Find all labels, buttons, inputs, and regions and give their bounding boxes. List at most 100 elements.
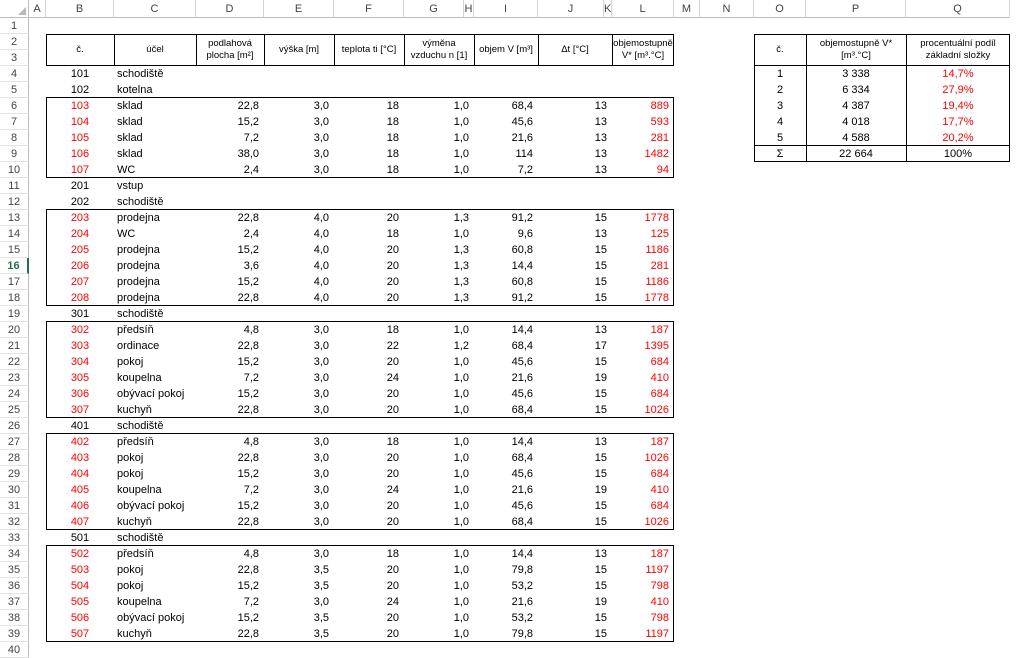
delta-t-cell[interactable]: 15: [538, 562, 612, 578]
volume-cell[interactable]: [474, 178, 538, 194]
header-vyska[interactable]: výška [m]: [264, 34, 334, 66]
purpose-cell[interactable]: schodiště: [114, 194, 196, 210]
row-header[interactable]: 38: [0, 610, 29, 626]
height-cell[interactable]: 3,0: [264, 146, 334, 162]
temperature-cell[interactable]: 18: [334, 98, 404, 114]
temperature-cell[interactable]: 20: [334, 386, 404, 402]
row-header[interactable]: 30: [0, 482, 29, 498]
room-number-cell[interactable]: 206: [46, 258, 114, 274]
volume-cell[interactable]: 14,4: [474, 546, 538, 562]
area-cell[interactable]: 15,2: [196, 386, 264, 402]
summary-volume-degree-cell[interactable]: 3 338: [806, 66, 906, 82]
height-cell[interactable]: [264, 82, 334, 98]
delta-t-cell[interactable]: 13: [538, 162, 612, 178]
spreadsheet-grid[interactable]: A B C D E F G H I J K L M N O P Q 1 2 3 4 5 6 7 8 9 10 11 12 13 14 15 16…: [0, 0, 1024, 658]
volume-degree-cell[interactable]: 684: [612, 354, 674, 370]
summary-total-label[interactable]: Σ: [754, 146, 806, 162]
column-header-i[interactable]: I: [474, 0, 538, 18]
purpose-cell[interactable]: prodejna: [114, 258, 196, 274]
column-header-f[interactable]: F: [334, 0, 404, 18]
row-header[interactable]: 40: [0, 642, 29, 658]
row-header[interactable]: 31: [0, 498, 29, 514]
air-exchange-cell[interactable]: 1,3: [404, 242, 474, 258]
summary-number-cell[interactable]: 5: [754, 130, 806, 146]
purpose-cell[interactable]: pokoj: [114, 562, 196, 578]
purpose-cell[interactable]: pokoj: [114, 450, 196, 466]
purpose-cell[interactable]: sklad: [114, 130, 196, 146]
area-cell[interactable]: 22,8: [196, 290, 264, 306]
height-cell[interactable]: [264, 66, 334, 82]
volume-cell[interactable]: 21,6: [474, 594, 538, 610]
temperature-cell[interactable]: 20: [334, 354, 404, 370]
summary-percent-cell[interactable]: 20,2%: [906, 130, 1010, 146]
row-header[interactable]: 5: [0, 82, 29, 98]
volume-degree-cell[interactable]: 1186: [612, 274, 674, 290]
purpose-cell[interactable]: předsíň: [114, 434, 196, 450]
area-cell[interactable]: 38,0: [196, 146, 264, 162]
delta-t-cell[interactable]: 15: [538, 290, 612, 306]
volume-cell[interactable]: 68,4: [474, 514, 538, 530]
height-cell[interactable]: 3,0: [264, 498, 334, 514]
header-delta-t[interactable]: Δt [°C]: [538, 34, 612, 66]
air-exchange-cell[interactable]: 1,0: [404, 466, 474, 482]
volume-cell[interactable]: 45,6: [474, 498, 538, 514]
room-number-cell[interactable]: 505: [46, 594, 114, 610]
height-cell[interactable]: 3,0: [264, 514, 334, 530]
room-number-cell[interactable]: 502: [46, 546, 114, 562]
air-exchange-cell[interactable]: [404, 418, 474, 434]
air-exchange-cell[interactable]: 1,0: [404, 354, 474, 370]
area-cell[interactable]: [196, 178, 264, 194]
purpose-cell[interactable]: pokoj: [114, 354, 196, 370]
volume-cell[interactable]: 45,6: [474, 114, 538, 130]
temperature-cell[interactable]: 20: [334, 610, 404, 626]
purpose-cell[interactable]: koupelna: [114, 594, 196, 610]
row-header[interactable]: 6: [0, 98, 29, 114]
height-cell[interactable]: 4,0: [264, 226, 334, 242]
air-exchange-cell[interactable]: [404, 194, 474, 210]
column-header-b[interactable]: B: [46, 0, 114, 18]
header-podlahova-plocha[interactable]: podlahová plocha [m²]: [196, 34, 264, 66]
delta-t-cell[interactable]: [538, 530, 612, 546]
summary-volume-degree-cell[interactable]: 4 018: [806, 114, 906, 130]
volume-degree-cell[interactable]: 1026: [612, 514, 674, 530]
height-cell[interactable]: 3,0: [264, 338, 334, 354]
volume-cell[interactable]: 114: [474, 146, 538, 162]
area-cell[interactable]: [196, 194, 264, 210]
room-number-cell[interactable]: 208: [46, 290, 114, 306]
air-exchange-cell[interactable]: 1,0: [404, 130, 474, 146]
volume-degree-cell[interactable]: 684: [612, 386, 674, 402]
column-header-q[interactable]: Q: [906, 0, 1010, 18]
delta-t-cell[interactable]: [538, 82, 612, 98]
volume-cell[interactable]: 9,6: [474, 226, 538, 242]
height-cell[interactable]: 3,5: [264, 562, 334, 578]
delta-t-cell[interactable]: 15: [538, 466, 612, 482]
volume-degree-cell[interactable]: 410: [612, 370, 674, 386]
temperature-cell[interactable]: 24: [334, 594, 404, 610]
volume-cell[interactable]: 79,8: [474, 626, 538, 642]
purpose-cell[interactable]: kotelna: [114, 82, 196, 98]
air-exchange-cell[interactable]: [404, 530, 474, 546]
delta-t-cell[interactable]: 15: [538, 258, 612, 274]
temperature-cell[interactable]: 20: [334, 562, 404, 578]
purpose-cell[interactable]: prodejna: [114, 242, 196, 258]
volume-cell[interactable]: 79,8: [474, 562, 538, 578]
air-exchange-cell[interactable]: 1,0: [404, 482, 474, 498]
room-number-cell[interactable]: 303: [46, 338, 114, 354]
area-cell[interactable]: 7,2: [196, 130, 264, 146]
volume-cell[interactable]: 45,6: [474, 354, 538, 370]
temperature-cell[interactable]: 20: [334, 466, 404, 482]
row-header[interactable]: 24: [0, 386, 29, 402]
volume-cell[interactable]: 53,2: [474, 610, 538, 626]
delta-t-cell[interactable]: 15: [538, 354, 612, 370]
room-number-cell[interactable]: 202: [46, 194, 114, 210]
summary-percent-cell[interactable]: 14,7%: [906, 66, 1010, 82]
row-header[interactable]: 23: [0, 370, 29, 386]
purpose-cell[interactable]: sklad: [114, 146, 196, 162]
delta-t-cell[interactable]: 13: [538, 146, 612, 162]
temperature-cell[interactable]: 24: [334, 482, 404, 498]
room-number-cell[interactable]: 403: [46, 450, 114, 466]
summary-number-cell[interactable]: 2: [754, 82, 806, 98]
temperature-cell[interactable]: 18: [334, 162, 404, 178]
air-exchange-cell[interactable]: 1,0: [404, 562, 474, 578]
height-cell[interactable]: 3,0: [264, 594, 334, 610]
